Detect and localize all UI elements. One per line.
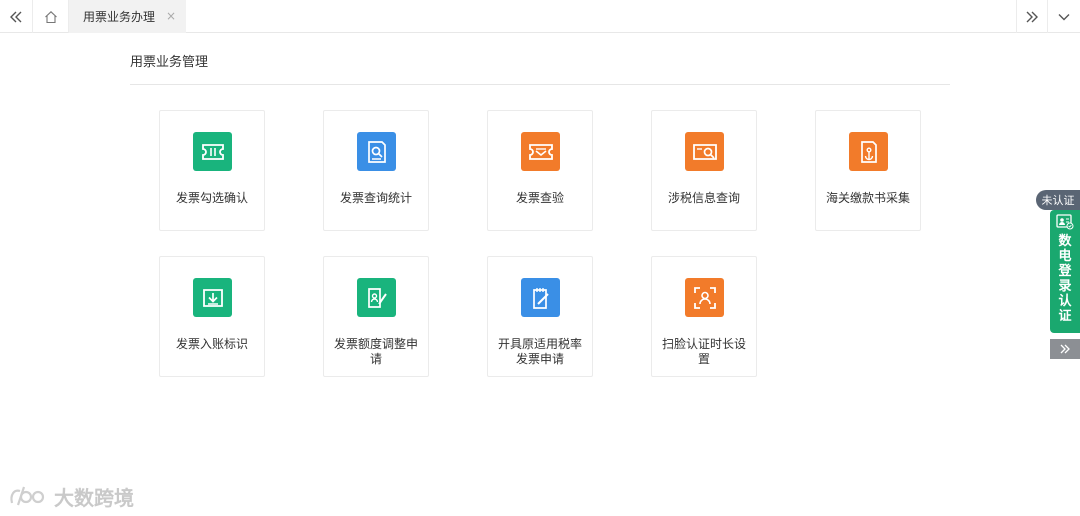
ticket-icon <box>193 132 232 171</box>
edit-document-icon <box>357 278 396 317</box>
double-chevron-right-icon <box>1026 11 1038 22</box>
collapse-left-button[interactable] <box>0 0 33 33</box>
document-anchor-icon <box>849 132 888 171</box>
card-tax-info-query[interactable]: 涉税信息查询 <box>651 110 757 231</box>
id-card-check-icon <box>1056 214 1074 230</box>
card-label: 涉税信息查询 <box>667 191 740 205</box>
auth-panel-label: 数电登录认证 <box>1058 234 1072 324</box>
document-search-icon <box>357 132 396 171</box>
card-label: 发票额度调整申请 <box>333 337 418 366</box>
home-tab-button[interactable] <box>33 0 69 33</box>
home-icon <box>44 10 57 23</box>
section-divider <box>130 84 950 85</box>
tab-label: 用票业务办理 <box>83 10 156 24</box>
card-invoice-accounting-mark[interactable]: 发票入账标识 <box>159 256 265 377</box>
card-label: 扫脸认证时长设置 <box>661 337 746 366</box>
card-label: 发票勾选确认 <box>175 191 248 205</box>
card-invoice-selection-confirm[interactable]: 发票勾选确认 <box>159 110 265 231</box>
double-chevron-right-icon <box>1060 344 1070 354</box>
card-invoice-quota-adjust[interactable]: 发票额度调整申请 <box>323 256 429 377</box>
chevron-down-icon <box>1058 13 1070 20</box>
scroll-right-button[interactable] <box>1016 0 1048 33</box>
card-invoice-verify[interactable]: 发票查验 <box>487 110 593 231</box>
card-face-auth-duration[interactable]: 扫脸认证时长设置 <box>651 256 757 377</box>
face-scan-icon <box>685 278 724 317</box>
digital-login-auth-button[interactable]: 数电登录认证 <box>1050 210 1080 333</box>
double-chevron-left-icon <box>10 11 22 22</box>
card-label: 开具原适用税率发票申请 <box>497 337 582 366</box>
card-label: 发票查验 <box>515 191 564 205</box>
ticket-check-icon <box>521 132 560 171</box>
card-label: 发票入账标识 <box>175 337 248 351</box>
tab-menu-button[interactable] <box>1048 0 1080 33</box>
tab-bar: 用票业务办理 × <box>0 0 1080 33</box>
card-search-icon <box>685 132 724 171</box>
card-label: 发票查询统计 <box>339 191 412 205</box>
tab-invoice-business[interactable]: 用票业务办理 × <box>69 0 186 33</box>
section-title: 用票业务管理 <box>130 55 209 70</box>
notepad-pen-icon <box>521 278 560 317</box>
watermark-logo-icon <box>10 486 45 506</box>
card-invoice-query-stats[interactable]: 发票查询统计 <box>323 110 429 231</box>
watermark: 大数跨境 <box>8 482 134 510</box>
card-original-tax-rate-apply[interactable]: 开具原适用税率发票申请 <box>487 256 593 377</box>
tab-close-icon[interactable]: × <box>166 10 176 22</box>
watermark-text: 大数跨境 <box>54 485 134 510</box>
card-label: 海关缴款书采集 <box>825 191 910 205</box>
panel-expand-button[interactable] <box>1050 339 1080 359</box>
tray-download-icon <box>193 278 232 317</box>
auth-status-badge: 未认证 <box>1036 190 1080 210</box>
card-customs-payment-collect[interactable]: 海关缴款书采集 <box>815 110 921 231</box>
